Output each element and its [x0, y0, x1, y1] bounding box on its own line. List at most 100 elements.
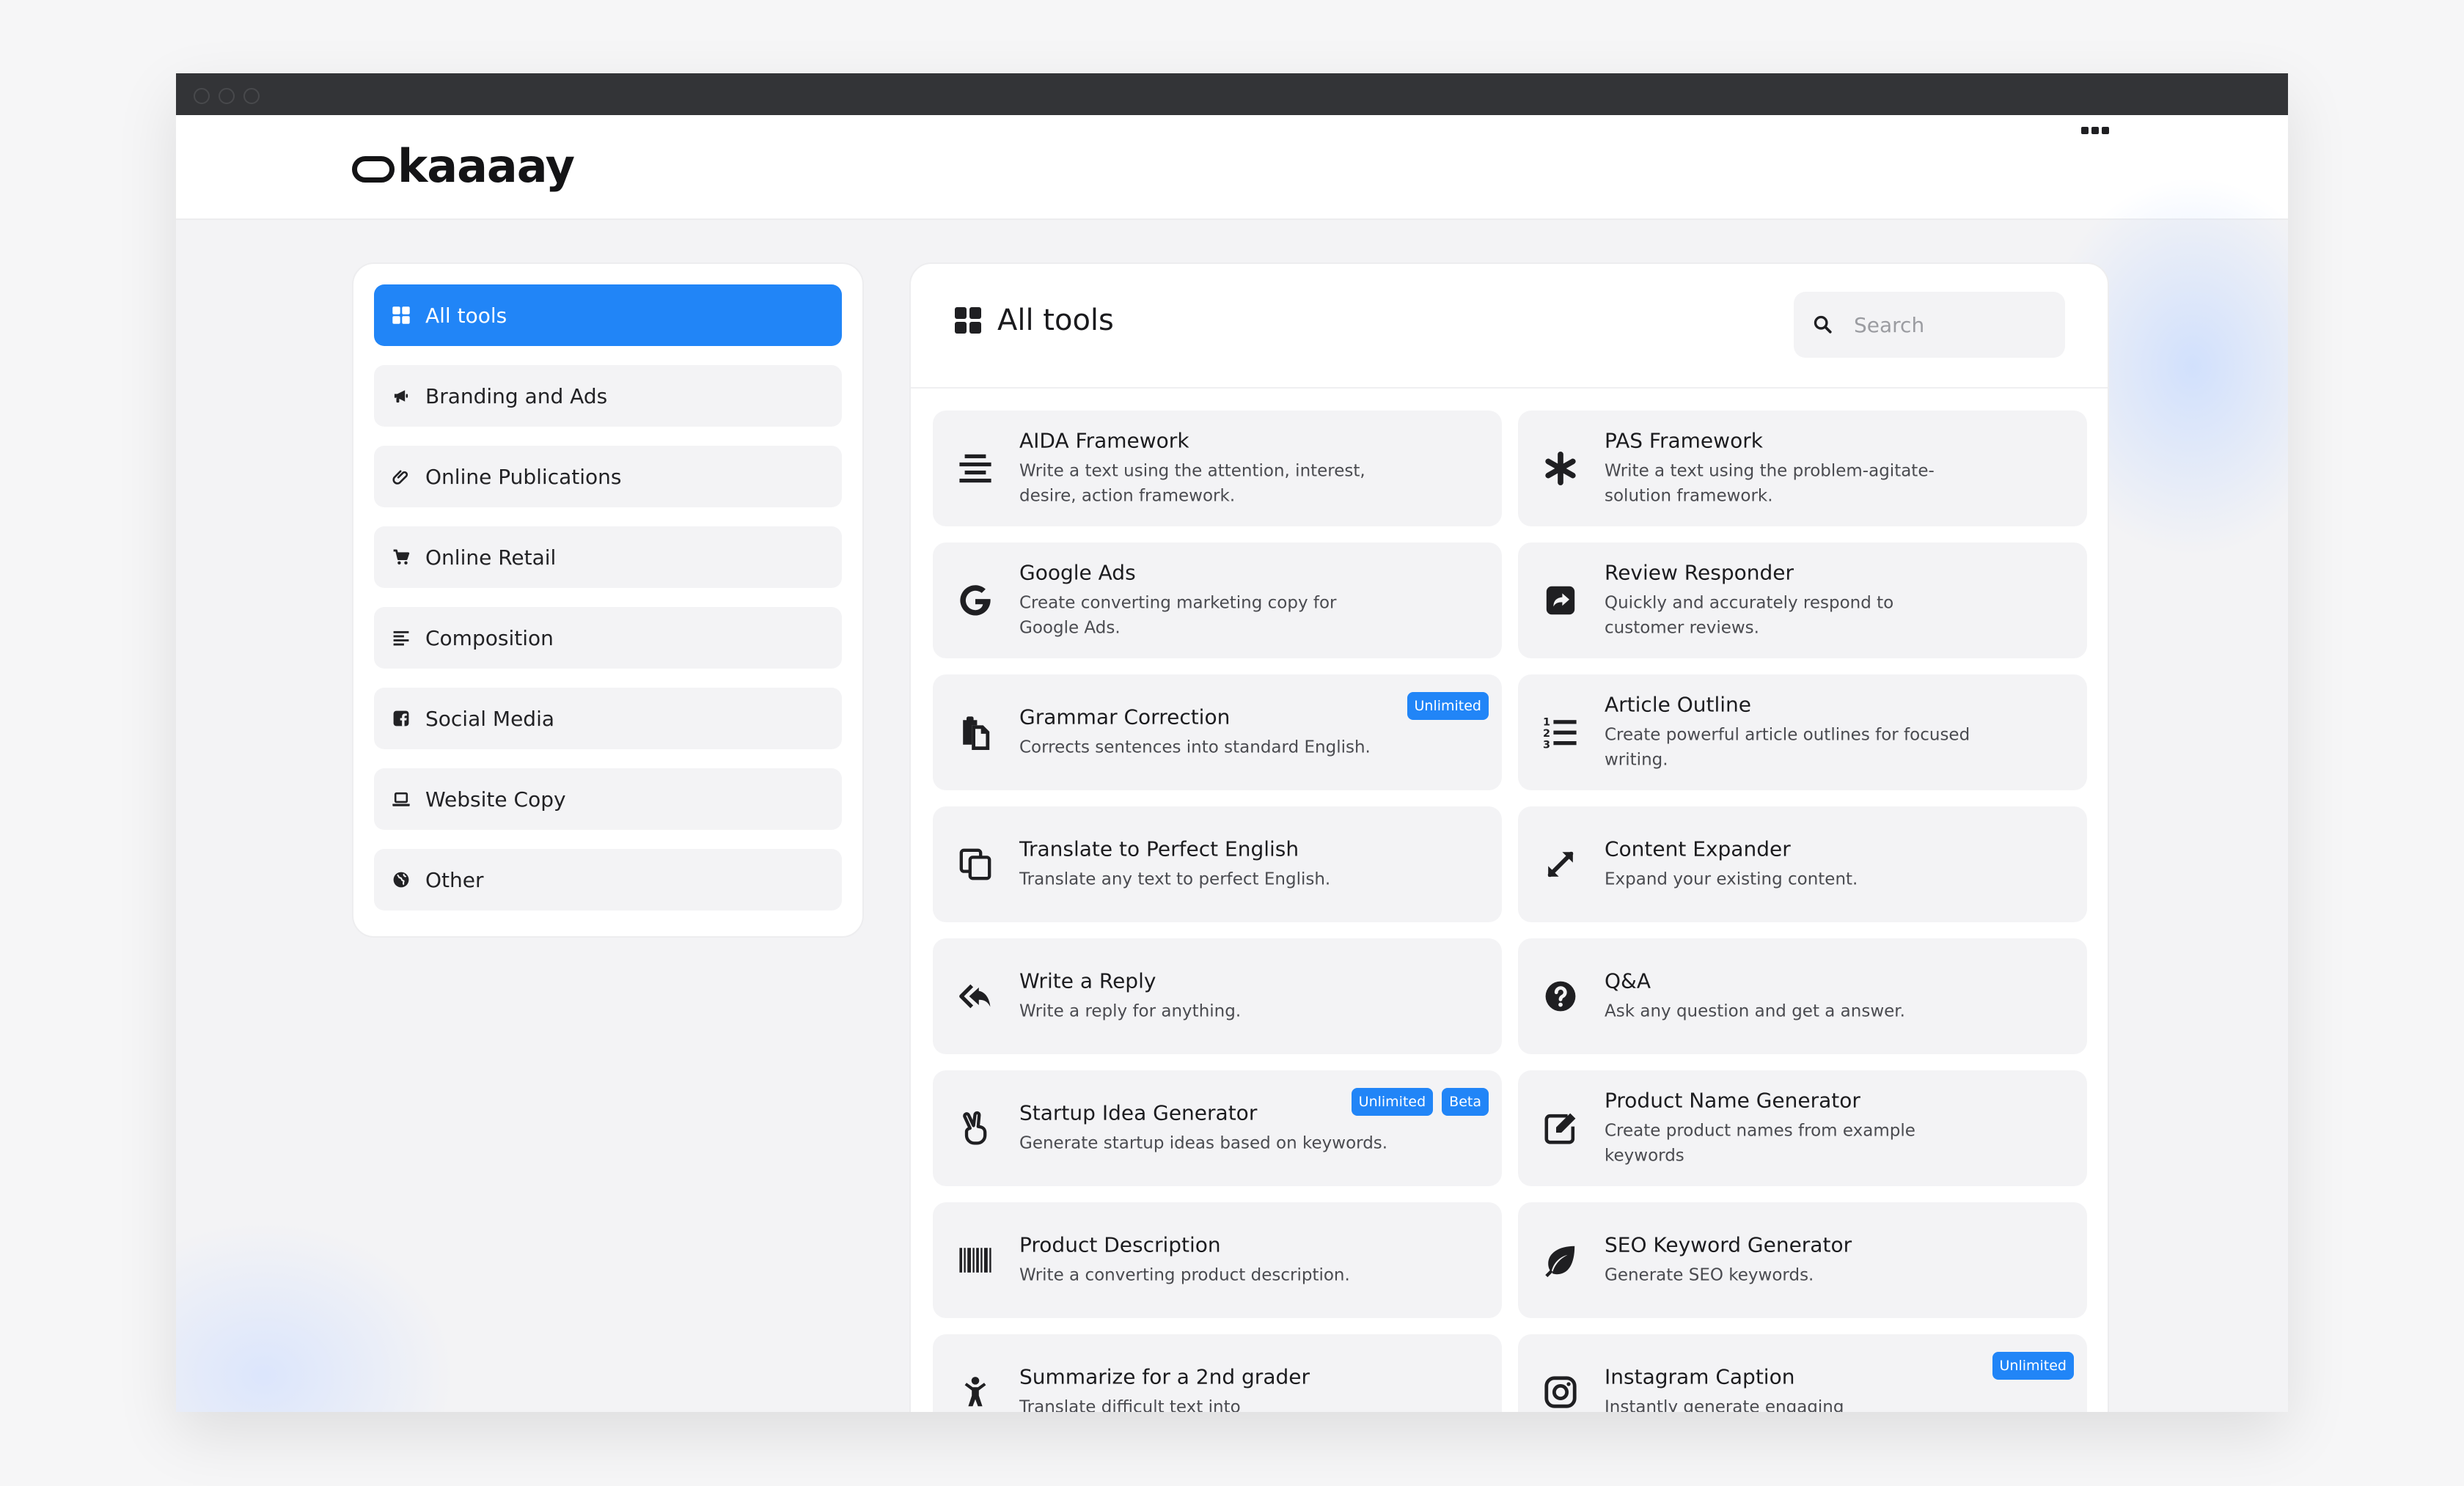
- tool-icon-wrap: [1541, 1109, 1580, 1147]
- tool-title: Write a Reply: [1019, 968, 1156, 993]
- tool-title: SEO Keyword Generator: [1605, 1232, 1852, 1257]
- tool-card-write-a-reply[interactable]: Write a Reply Write a reply for anything.: [933, 938, 1502, 1054]
- tool-title: Q&A: [1605, 968, 1651, 993]
- megaphone-icon: [394, 390, 408, 403]
- logo[interactable]: kaaaay: [352, 139, 575, 193]
- cart-icon: [393, 549, 410, 565]
- tool-title: Product Description: [1019, 1232, 1221, 1257]
- tool-card-grammar-correction[interactable]: Grammar Correction Corrects sentences int…: [933, 674, 1502, 790]
- tool-description: Expand your existing content.: [1605, 869, 1858, 889]
- beta-badge: Beta: [1442, 1088, 1489, 1116]
- sidebar-item-all-tools[interactable]: All tools: [374, 284, 842, 346]
- question-circle-icon: [1545, 981, 1576, 1012]
- tool-card-content-expander[interactable]: Content Expander Expand your existing con…: [1518, 806, 2087, 922]
- tool-title: Startup Idea Generator: [1019, 1100, 1258, 1125]
- globe-icon: [393, 872, 409, 888]
- svg-text:3: 3: [1543, 740, 1550, 750]
- tool-text: Product Name Generator Create product nam…: [1605, 1089, 1977, 1169]
- tool-icon-wrap: [956, 977, 994, 1015]
- badge-group: Unlimited Beta: [1351, 1088, 1489, 1116]
- child-icon: [964, 1377, 986, 1407]
- tool-text: PAS Framework Write a text using the prob…: [1605, 429, 1977, 509]
- more-menu-icon[interactable]: [2081, 127, 2109, 134]
- tools-panel-header: All tools: [911, 264, 2108, 389]
- sidebar-item-label: Online Publications: [425, 464, 622, 489]
- sidebar-item-label: Social Media: [425, 706, 555, 731]
- tool-card-aida-framework[interactable]: AIDA Framework Write a text using the att…: [933, 411, 1502, 526]
- tool-icon-wrap: [1541, 845, 1580, 883]
- svg-text:2: 2: [1543, 728, 1550, 740]
- tool-icon-wrap: [1541, 977, 1580, 1015]
- tool-card-review-responder[interactable]: Review Responder Quickly and accurately r…: [1518, 542, 2087, 658]
- tool-text: Product Description Write a converting pr…: [1019, 1233, 1392, 1288]
- sidebar-item-online-publications[interactable]: Online Publications: [374, 446, 842, 507]
- tool-icon-wrap: [956, 713, 994, 751]
- sidebar-icon-wrap: [390, 869, 412, 891]
- tool-text: Google Ads Create converting marketing co…: [1019, 561, 1392, 641]
- logo-mark-icon: [352, 156, 395, 183]
- search-box[interactable]: [1794, 292, 2065, 358]
- sidebar-icon-wrap: [390, 707, 412, 729]
- tool-icon-wrap: [956, 1109, 994, 1147]
- sidebar-icon-wrap: [390, 466, 412, 488]
- tool-title: Review Responder: [1605, 560, 1794, 585]
- sidebar-icon-wrap: [390, 627, 412, 649]
- tool-text: AIDA Framework Write a text using the att…: [1019, 429, 1392, 509]
- sidebar-icon-wrap: [390, 385, 412, 407]
- facebook-icon: [393, 710, 409, 727]
- tool-text: Review Responder Quickly and accurately r…: [1605, 561, 1977, 641]
- window-close-dot[interactable]: [194, 88, 210, 104]
- tool-card-summarize-for-a-2nd-grader[interactable]: Summarize for a 2nd grader Translate diff…: [933, 1334, 1502, 1412]
- align-center-icon: [959, 454, 991, 483]
- sidebar-item-label: Online Retail: [425, 545, 557, 570]
- tool-title: Grammar Correction: [1019, 705, 1231, 729]
- tool-card-article-outline[interactable]: 1 2 3 Article Outline Create powerful articl…: [1518, 674, 2087, 790]
- unlimited-badge: Unlimited: [1351, 1088, 1434, 1116]
- tool-card-translate-to-perfect-english[interactable]: Translate to Perfect English Translate an…: [933, 806, 1502, 922]
- window-titlebar: [176, 73, 2288, 115]
- tool-card-google-ads[interactable]: Google Ads Create converting marketing co…: [933, 542, 1502, 658]
- sidebar-item-social-media[interactable]: Social Media: [374, 688, 842, 749]
- tool-card-q-a[interactable]: Q&A Ask any question and get a answer.: [1518, 938, 2087, 1054]
- sidebar-icon-wrap: [390, 304, 412, 326]
- barcode-icon: [959, 1248, 991, 1273]
- sidebar-item-composition[interactable]: Composition: [374, 607, 842, 669]
- grid-icon: [955, 307, 981, 334]
- tool-card-startup-idea-generator[interactable]: Startup Idea Generator Generate startup i…: [933, 1070, 1502, 1186]
- tool-title: Instagram Caption: [1605, 1364, 1795, 1389]
- tool-card-instagram-caption[interactable]: Instagram Caption Instantly generate enga…: [1518, 1334, 2087, 1412]
- sidebar-item-website-copy[interactable]: Website Copy: [374, 768, 842, 830]
- sidebar-item-branding-and-ads[interactable]: Branding and Ads: [374, 365, 842, 427]
- svg-text:1: 1: [1543, 716, 1550, 728]
- google-icon: [960, 585, 991, 616]
- tool-description: Write a text using the problem-agitate-s…: [1605, 461, 1935, 506]
- tool-description: Create converting marketing copy for Goo…: [1019, 593, 1337, 638]
- tool-title: Content Expander: [1605, 836, 1791, 861]
- window-minimize-dot[interactable]: [219, 88, 235, 104]
- sidebar-item-label: Website Copy: [425, 787, 566, 812]
- tool-icon-wrap: [1541, 449, 1580, 488]
- copy-icon: [959, 848, 991, 880]
- tool-icon-wrap: [956, 1373, 994, 1411]
- tool-icon-wrap: [956, 1241, 994, 1279]
- search-icon: [1814, 315, 1832, 334]
- tool-title: Product Name Generator: [1605, 1088, 1860, 1113]
- tool-card-pas-framework[interactable]: PAS Framework Write a text using the prob…: [1518, 411, 2087, 526]
- tool-card-product-name-generator[interactable]: Product Name Generator Create product nam…: [1518, 1070, 2087, 1186]
- tool-title: PAS Framework: [1605, 428, 1763, 453]
- sidebar-item-online-retail[interactable]: Online Retail: [374, 526, 842, 588]
- tool-card-product-description[interactable]: Product Description Write a converting pr…: [933, 1202, 1502, 1318]
- tool-icon-wrap: 123: [1541, 713, 1580, 751]
- tools-grid: AIDA Framework Write a text using the att…: [933, 411, 2091, 1412]
- asterisk-icon: [1545, 451, 1576, 486]
- sidebar-item-label: Other: [425, 867, 484, 892]
- search-input[interactable]: [1854, 312, 2045, 337]
- sidebar-item-other[interactable]: Other: [374, 849, 842, 911]
- tool-title: AIDA Framework: [1019, 428, 1189, 453]
- edit-icon: [1544, 1113, 1576, 1144]
- tool-description: Write a reply for anything.: [1019, 1001, 1242, 1021]
- tool-description: Write a converting product description.: [1019, 1265, 1350, 1285]
- tool-card-seo-keyword-generator[interactable]: SEO Keyword Generator Generate SEO keywor…: [1518, 1202, 2087, 1318]
- window-maximize-dot[interactable]: [243, 88, 260, 104]
- hand-peace-icon: [963, 1111, 987, 1145]
